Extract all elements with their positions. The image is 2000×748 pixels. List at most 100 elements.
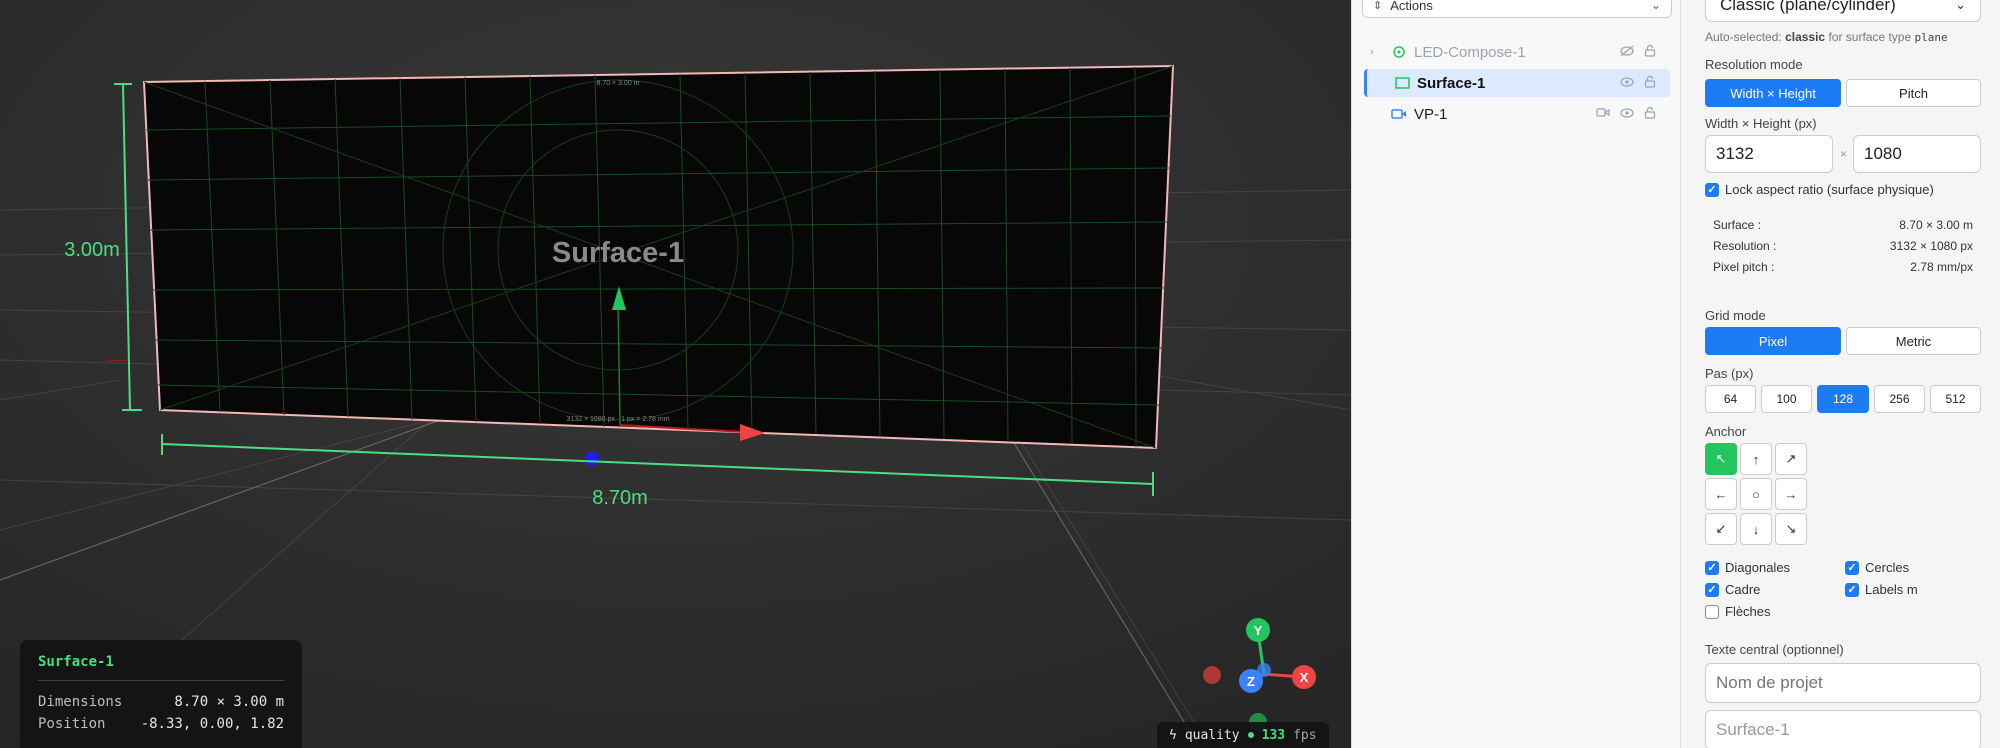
hint-mid: for surface type (1828, 30, 1912, 44)
fps-status-dot (1247, 732, 1254, 738)
fleches-checkbox[interactable]: Flèches (1705, 604, 1771, 619)
summary-value: 3132 × 1080 px (1889, 239, 1973, 253)
central-text-input[interactable]: Surface-1 (1705, 710, 1981, 748)
summary-key: Surface : (1713, 218, 1762, 232)
summary-value: 2.78 mm/px (1910, 260, 1973, 274)
grid-mode-metric[interactable]: Metric (1846, 327, 1981, 355)
gizmo-y-label: Y (1254, 623, 1263, 638)
lock-icon[interactable] (1644, 44, 1656, 60)
lightning-icon: ϟ (1169, 727, 1177, 743)
lock-icon[interactable] (1644, 106, 1656, 122)
diagonales-checkbox[interactable]: ✓ Diagonales (1705, 560, 1790, 575)
circle-icon: ○ (1752, 486, 1760, 502)
gizmo-neg-x-handle[interactable] (1203, 666, 1221, 684)
resolution-mode-label: Resolution mode (1705, 57, 1803, 72)
chevron-right-icon[interactable]: › (1370, 46, 1384, 58)
anchor-label: Anchor (1705, 424, 1747, 439)
width-input[interactable]: 3132 (1705, 135, 1833, 173)
anchor-right[interactable]: → (1775, 478, 1807, 510)
checkbox-checked-icon[interactable]: ✓ (1705, 560, 1719, 575)
resolution-mode-width-height[interactable]: Width × Height (1705, 79, 1841, 107)
lock-icon[interactable] (1644, 75, 1656, 91)
fps-value: 133 (1261, 727, 1286, 743)
app-window: Surface-1 8.70 × 3.00 m 3132 × 1080 px ·… (0, 0, 2000, 748)
cercles-checkbox[interactable]: ✓ Cercles (1845, 560, 1909, 575)
compose-icon (1390, 45, 1408, 59)
step-256[interactable]: 256 (1874, 385, 1925, 413)
gizmo-z-label: Z (1247, 674, 1255, 689)
outliner-item-led-compose[interactable]: › LED-Compose-1 (1364, 38, 1670, 66)
step-512[interactable]: 512 (1930, 385, 1981, 413)
anchor-bottom[interactable]: ↓ (1740, 513, 1772, 545)
width-height-label: Width × Height (px) (1705, 116, 1817, 131)
eye-icon[interactable] (1620, 76, 1634, 91)
anchor-left[interactable]: ← (1705, 478, 1737, 510)
times-separator: × (1840, 147, 1848, 161)
chevron-down-icon: ⌄ (1955, 0, 1966, 12)
diagonales-label: Diagonales (1725, 560, 1791, 575)
info-value: 8.70 × 3.00 m (174, 694, 284, 710)
actions-label: Actions (1390, 0, 1433, 13)
cadre-checkbox[interactable]: ✓ Cadre (1705, 582, 1760, 597)
cercles-label: Cercles (1865, 560, 1910, 575)
chevron-down-icon: ⌄ (1650, 0, 1661, 12)
scene-canvas[interactable]: Surface-1 8.70 × 3.00 m 3132 × 1080 px ·… (0, 0, 1351, 748)
properties-panel: Classic (plane/cylinder) ⌄ Auto-selected… (1681, 0, 2000, 748)
resolution-mode-pitch[interactable]: Pitch (1846, 79, 1981, 107)
info-row-dimensions: Dimensions 8.70 × 3.00 m (38, 691, 284, 713)
scene-outliner: ⇕ Actions ⌄ › LED-Compose-1 Surface-1 VP… (1351, 0, 1681, 748)
checkbox-checked-icon[interactable]: ✓ (1845, 560, 1859, 575)
info-value: -8.33, 0.00, 1.82 (140, 716, 284, 732)
checkbox-checked-icon[interactable]: ✓ (1705, 182, 1719, 197)
grid-mode-label: Grid mode (1705, 308, 1766, 323)
anchor-center[interactable]: ○ (1740, 478, 1772, 510)
gizmo-center (1257, 663, 1271, 677)
eye-icon[interactable] (1620, 107, 1634, 122)
anchor-top-left[interactable]: ↖ (1705, 443, 1737, 475)
outliner-item-vp[interactable]: VP-1 (1364, 100, 1670, 128)
lock-aspect-label: Lock aspect ratio (surface physique) (1725, 182, 1934, 197)
step-128[interactable]: 128 (1817, 385, 1869, 413)
cadre-label: Cadre (1725, 582, 1761, 597)
surface-center-label: Surface-1 (552, 237, 684, 269)
grid-mode-select[interactable]: Classic (plane/cylinder) ⌄ (1705, 0, 1981, 22)
resolution-summary: Surface : 8.70 × 3.00 m Resolution : 3132 … (1705, 207, 1981, 283)
anchor-bottom-right[interactable]: ↘ (1775, 513, 1807, 545)
project-name-input[interactable] (1705, 663, 1981, 703)
anchor-top-right[interactable]: ↗ (1775, 443, 1807, 475)
arrow-down-left-icon: ↙ (1715, 521, 1727, 536)
outliner-item-surface[interactable]: Surface-1 (1364, 69, 1670, 97)
lock-aspect-checkbox[interactable]: ✓ Lock aspect ratio (surface physique) (1705, 182, 1934, 197)
step-64[interactable]: 64 (1705, 385, 1756, 413)
viewport-3d[interactable]: Surface-1 8.70 × 3.00 m 3132 × 1080 px ·… (0, 0, 1351, 748)
checkbox-checked-icon[interactable]: ✓ (1845, 582, 1859, 597)
height-input[interactable]: 1080 (1853, 135, 1981, 173)
transform-origin-handle[interactable] (585, 452, 599, 466)
surface-bottom-label: 3132 × 1080 px · 1 px = 2.78 mm (566, 416, 669, 423)
outliner-item-label: LED-Compose-1 (1414, 43, 1526, 61)
anchor-bottom-left[interactable]: ↙ (1705, 513, 1737, 545)
summary-row: Pixel pitch : 2.78 mm/px (1713, 257, 1973, 278)
anchor-top[interactable]: ↑ (1740, 443, 1772, 475)
summary-key: Resolution : (1713, 239, 1777, 253)
checkbox-unchecked-icon[interactable] (1705, 604, 1719, 619)
summary-row: Resolution : 3132 × 1080 px (1713, 236, 1973, 257)
video-icon[interactable] (1596, 107, 1610, 121)
labels-m-checkbox[interactable]: ✓ Labels m (1845, 582, 1918, 597)
quality-fps-badge[interactable]: ϟ quality 133 fps (1157, 722, 1329, 748)
outliner-item-label: Surface-1 (1417, 74, 1486, 92)
grid-mode-pixel[interactable]: Pixel (1705, 327, 1841, 355)
actions-dropdown[interactable]: ⇕ Actions ⌄ (1362, 0, 1672, 18)
camera-icon (1390, 107, 1408, 121)
arrow-left-icon: ← (1714, 486, 1728, 502)
surface-icon (1393, 76, 1411, 90)
labels-m-label: Labels m (1865, 582, 1918, 597)
height-dimension-label: 3.00m (64, 239, 120, 261)
step-100[interactable]: 100 (1761, 385, 1812, 413)
led-surface[interactable]: Surface-1 8.70 × 3.00 m 3132 × 1080 px ·… (142, 64, 1175, 466)
gizmo-x-label: X (1300, 670, 1309, 685)
checkbox-checked-icon[interactable]: ✓ (1705, 582, 1719, 597)
arrow-right-icon: → (1784, 486, 1798, 502)
hint-prefix: Auto-selected: (1705, 30, 1782, 44)
eye-off-icon[interactable] (1620, 45, 1634, 60)
